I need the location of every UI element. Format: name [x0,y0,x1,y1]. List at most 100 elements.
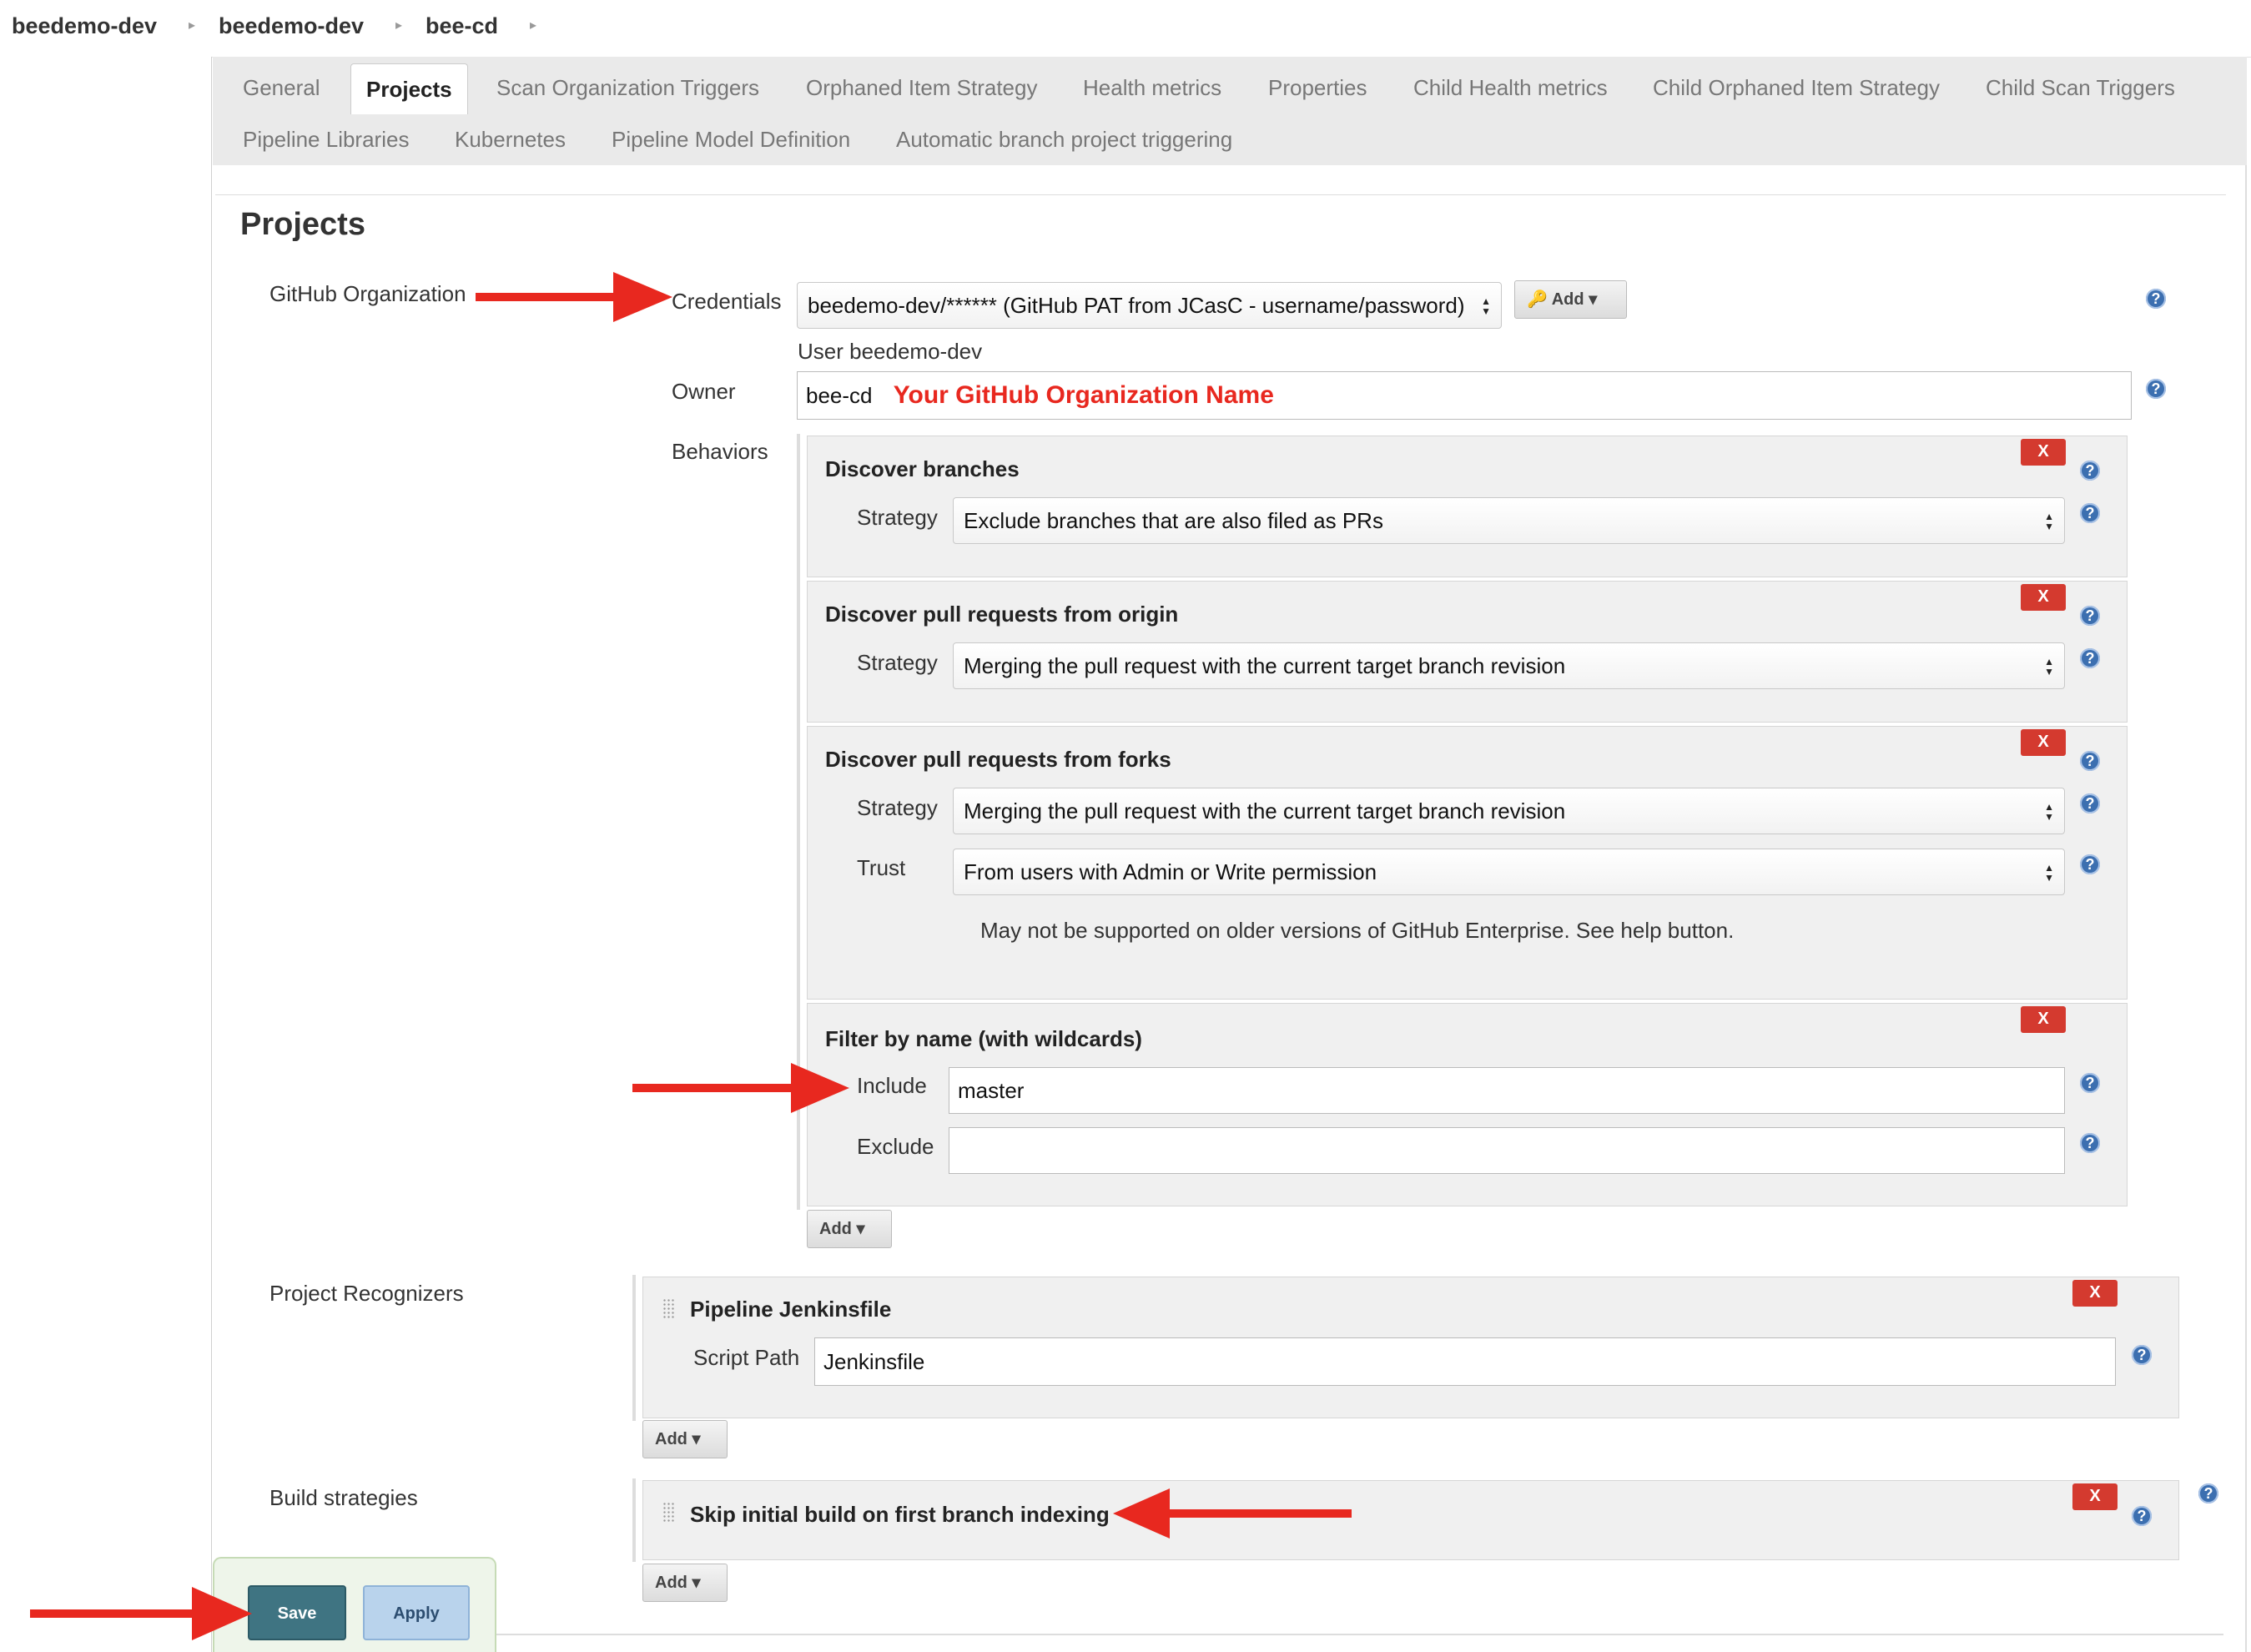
select-arrows-icon: ▲ ▼ [2044,511,2054,532]
annotation-arrow-include [632,1063,849,1113]
help-icon[interactable]: ? [2080,1073,2100,1093]
help-icon[interactable]: ? [2132,1506,2152,1526]
owner-annotation: Your GitHub Organization Name [893,381,1274,409]
add-credentials-button[interactable]: 🔑 Add ▾ [1514,280,1627,319]
github-organization-label: GitHub Organization [269,281,466,306]
trust-select[interactable]: From users with Admin or Write permissio… [953,849,2065,895]
tab-pipeline-model-definition[interactable]: Pipeline Model Definition [612,127,850,153]
apply-button[interactable]: Apply [363,1585,470,1640]
remove-behavior-button[interactable]: X [2021,439,2066,466]
behavior-title: Discover branches [825,456,1020,481]
drag-handle-icon[interactable] [662,1298,674,1320]
save-button[interactable]: Save [248,1585,346,1640]
credentials-select[interactable]: beedemo-dev/****** (GitHub PAT from JCas… [797,282,1502,329]
script-path-input[interactable]: Jenkinsfile [814,1337,2116,1386]
add-behavior-label: Add [819,1220,852,1238]
credentials-select-value: beedemo-dev/****** (GitHub PAT from JCas… [808,293,1465,318]
add-behavior-button[interactable]: Add ▾ [807,1210,892,1248]
tab-scan-organization-triggers[interactable]: Scan Organization Triggers [496,75,759,101]
branch-strategy-select[interactable]: Exclude branches that are also filed as … [953,497,2065,544]
breadcrumb-item-project[interactable]: bee-cd [426,13,498,39]
help-icon[interactable]: ? [2080,648,2100,668]
form-bottom-divider [496,1634,2223,1635]
remove-behavior-button[interactable]: X [2021,1006,2066,1033]
remove-behavior-button[interactable]: X [2021,584,2066,611]
owner-input-value: bee-cd [806,383,873,408]
exclude-label: Exclude [857,1134,934,1159]
tab-child-health-metrics[interactable]: Child Health metrics [1413,75,1608,101]
include-label: Include [857,1073,927,1098]
add-build-strategy-label: Add [655,1574,687,1592]
branch-strategy-value: Exclude branches that are also filed as … [964,508,1383,533]
chevron-down-icon: ▾ [856,1220,865,1238]
add-recognizer-button[interactable]: Add ▾ [642,1420,728,1458]
select-arrows-icon: ▲ ▼ [2044,862,2054,884]
select-arrows-icon: ▲ ▼ [2044,656,2054,677]
tab-projects[interactable]: Projects [350,63,468,114]
recognizers-rail [632,1275,636,1421]
help-icon[interactable]: ? [2080,854,2100,874]
help-icon[interactable]: ? [2080,461,2100,481]
breadcrumb-item-org[interactable]: beedemo-dev [12,13,157,39]
chevron-down-icon: ▾ [1589,290,1598,309]
script-path-value: Jenkinsfile [823,1349,925,1374]
tab-kubernetes[interactable]: Kubernetes [455,127,566,153]
tab-child-scan-triggers[interactable]: Child Scan Triggers [1986,75,2175,101]
owner-input[interactable]: bee-cd Your GitHub Organization Name [797,371,2132,420]
include-input-value: master [958,1078,1025,1103]
chevron-down-icon: ▾ [692,1430,701,1448]
help-icon[interactable]: ? [2080,793,2100,813]
annotation-arrow-credentials [476,272,672,322]
remove-recognizer-button[interactable]: X [2072,1280,2118,1307]
tab-orphaned-item-strategy[interactable]: Orphaned Item Strategy [806,75,1037,101]
include-input[interactable]: master [949,1067,2065,1114]
breadcrumb-item-folder[interactable]: beedemo-dev [219,13,364,39]
help-icon[interactable]: ? [2080,503,2100,523]
remove-behavior-button[interactable]: X [2021,729,2066,756]
trust-note: May not be supported on older versions o… [980,918,1735,943]
tab-automatic-branch-project-triggering[interactable]: Automatic branch project triggering [896,127,1232,153]
section-title: Projects [240,207,365,242]
behavior-title: Filter by name (with wildcards) [825,1026,1142,1051]
tab-properties[interactable]: Properties [1268,75,1367,101]
help-icon[interactable]: ? [2080,1133,2100,1153]
strategy-label: Strategy [857,795,938,820]
help-icon[interactable]: ? [2146,289,2166,309]
tab-health-metrics[interactable]: Health metrics [1083,75,1221,101]
breadcrumb-dropdown-icon[interactable]: ▸ [530,17,536,33]
strategy-label: Strategy [857,650,938,675]
select-arrows-icon: ▲ ▼ [1481,295,1491,317]
help-icon[interactable]: ? [2080,606,2100,626]
tab-pipeline-libraries[interactable]: Pipeline Libraries [243,127,409,153]
help-icon[interactable]: ? [2146,379,2166,399]
breadcrumb-separator-icon: ▸ [395,18,403,33]
behavior-title: Discover pull requests from forks [825,747,1171,772]
pr-forks-strategy-value: Merging the pull request with the curren… [964,798,1566,823]
script-path-label: Script Path [693,1345,800,1370]
side-panel [0,57,212,1652]
pr-forks-strategy-select[interactable]: Merging the pull request with the curren… [953,788,2065,834]
config-tab-bar: General Projects Scan Organization Trigg… [213,57,2247,165]
remove-build-strategy-button[interactable]: X [2072,1483,2118,1510]
breadcrumb-separator-icon: ▸ [189,18,196,33]
drag-handle-icon[interactable] [662,1502,674,1524]
trust-select-value: From users with Admin or Write permissio… [964,859,1377,884]
help-icon[interactable]: ? [2198,1483,2218,1503]
help-icon[interactable]: ? [2080,751,2100,771]
strategy-label: Strategy [857,505,938,530]
pr-origin-strategy-select[interactable]: Merging the pull request with the curren… [953,642,2065,689]
build-strategy-title: Skip initial build on first branch index… [690,1502,1110,1527]
form-button-bar: Save Apply [213,1557,496,1652]
add-build-strategy-button[interactable]: Add ▾ [642,1564,728,1602]
project-recognizers-label: Project Recognizers [269,1281,464,1306]
help-icon[interactable]: ? [2132,1345,2152,1365]
trust-label: Trust [857,855,906,880]
build-strategies-rail [632,1478,636,1562]
annotation-arrow-skip-initial-build [1113,1488,1352,1539]
select-arrows-icon: ▲ ▼ [2044,801,2054,823]
exclude-input[interactable] [949,1127,2065,1174]
tab-general[interactable]: General [243,75,320,101]
credentials-user-line: User beedemo-dev [798,339,983,364]
tab-child-orphaned-item-strategy[interactable]: Child Orphaned Item Strategy [1653,75,1940,101]
credentials-label: Credentials [672,289,782,314]
